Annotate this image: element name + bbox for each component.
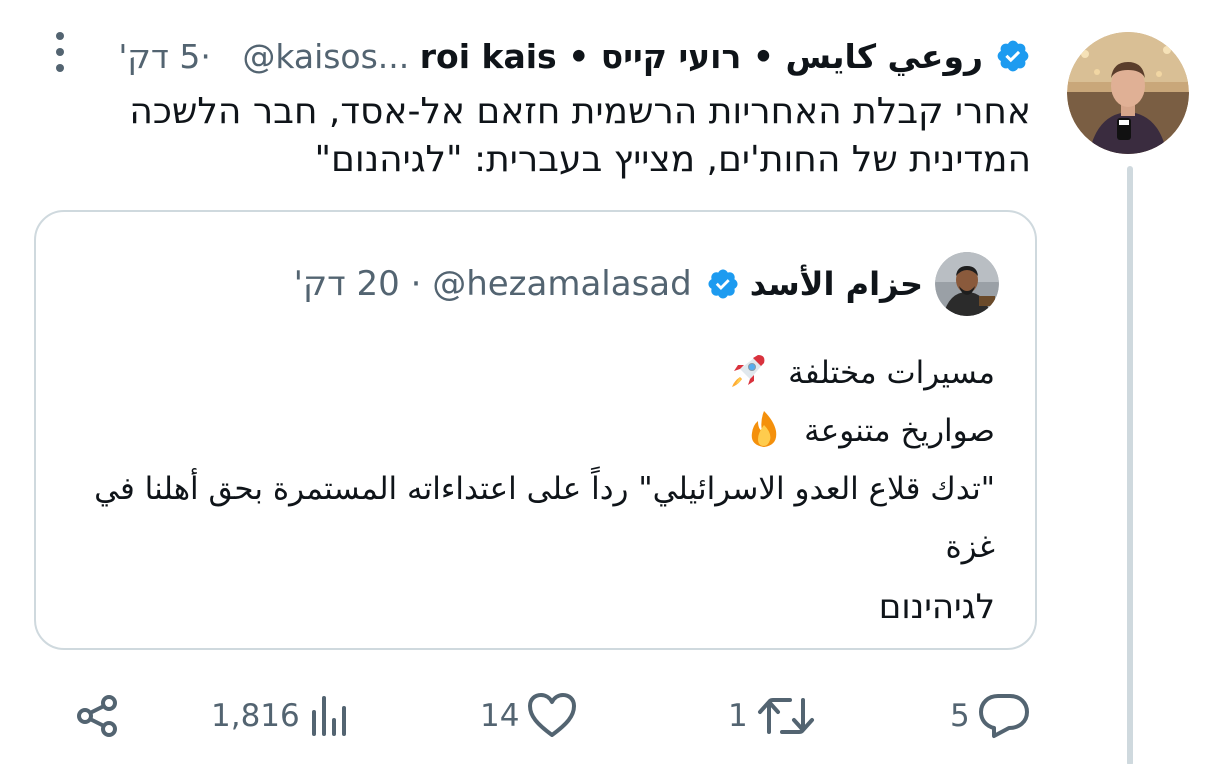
- quote-header: حزام الأسد @hezamalasad · 20 דק': [294, 252, 999, 316]
- tweet-header: روعي كايس • רועי קייס • roi kais @kaisos…: [108, 30, 1031, 82]
- rocket-emoji-icon: [732, 355, 765, 387]
- quote-line: مسيرات مختلفة: [65, 344, 995, 402]
- quote-author-handle[interactable]: @hezamalasad: [432, 264, 692, 304]
- quoted-tweet[interactable]: حزام الأسد @hezamalasad · 20 דק' مسيرات …: [34, 210, 1037, 650]
- share-icon: [77, 695, 117, 737]
- author-avatar-column: [1067, 32, 1189, 154]
- quote-body: مسيرات مختلفة صواريخ متنوعة "تدك قلاع ال…: [65, 344, 995, 636]
- reply-icon: [978, 694, 1029, 738]
- quote-avatar[interactable]: [935, 252, 999, 316]
- tweet-time[interactable]: 5 דק': [108, 37, 200, 76]
- like-icon: [528, 693, 577, 737]
- quote-time[interactable]: 20 דק': [294, 264, 400, 304]
- author-name-arabic[interactable]: روعي كايس: [785, 37, 983, 76]
- name-separator: •: [568, 36, 590, 76]
- name-separator: •: [752, 36, 774, 76]
- likes-count: 14: [480, 698, 520, 734]
- share-button[interactable]: [74, 684, 122, 748]
- more-icon[interactable]: [50, 30, 70, 74]
- tweet-text: אחרי קבלת האחריות הרשמית חזאם אל-אסד, חב…: [129, 91, 1031, 180]
- quote-line: לגיהינום: [878, 587, 995, 627]
- avatar[interactable]: [1067, 32, 1189, 154]
- meta-dot: ·: [200, 36, 211, 76]
- fire-emoji-icon: [752, 411, 777, 447]
- verified-icon: [997, 40, 1029, 72]
- quote-author-name[interactable]: حزام الأسد: [750, 265, 923, 303]
- quote-meta-dot: ·: [410, 264, 422, 304]
- author-handle[interactable]: @kaisos...: [211, 37, 420, 76]
- thread-line: [1127, 166, 1133, 764]
- author-name-latin[interactable]: roi kais: [420, 37, 557, 76]
- quote-line: صواريخ متنوعة: [65, 402, 995, 460]
- retweets-count: 1: [728, 698, 748, 734]
- reply-button[interactable]: 5: [950, 684, 1030, 748]
- like-button[interactable]: 14: [480, 684, 577, 748]
- author-name-hebrew[interactable]: רועי קייס: [601, 37, 742, 76]
- tweet-actions: 1,816 14 1 5: [0, 684, 1227, 748]
- retweet-icon: [757, 698, 814, 734]
- quote-line: "تدك قلاع العدو الاسرائيلي" رداً على اعت…: [94, 471, 995, 565]
- retweet-button[interactable]: 1: [728, 684, 816, 748]
- views-button[interactable]: 1,816: [211, 684, 352, 748]
- verified-icon: [708, 269, 738, 299]
- views-count: 1,816: [211, 698, 300, 734]
- replies-count: 5: [950, 698, 970, 734]
- views-icon: [311, 696, 346, 736]
